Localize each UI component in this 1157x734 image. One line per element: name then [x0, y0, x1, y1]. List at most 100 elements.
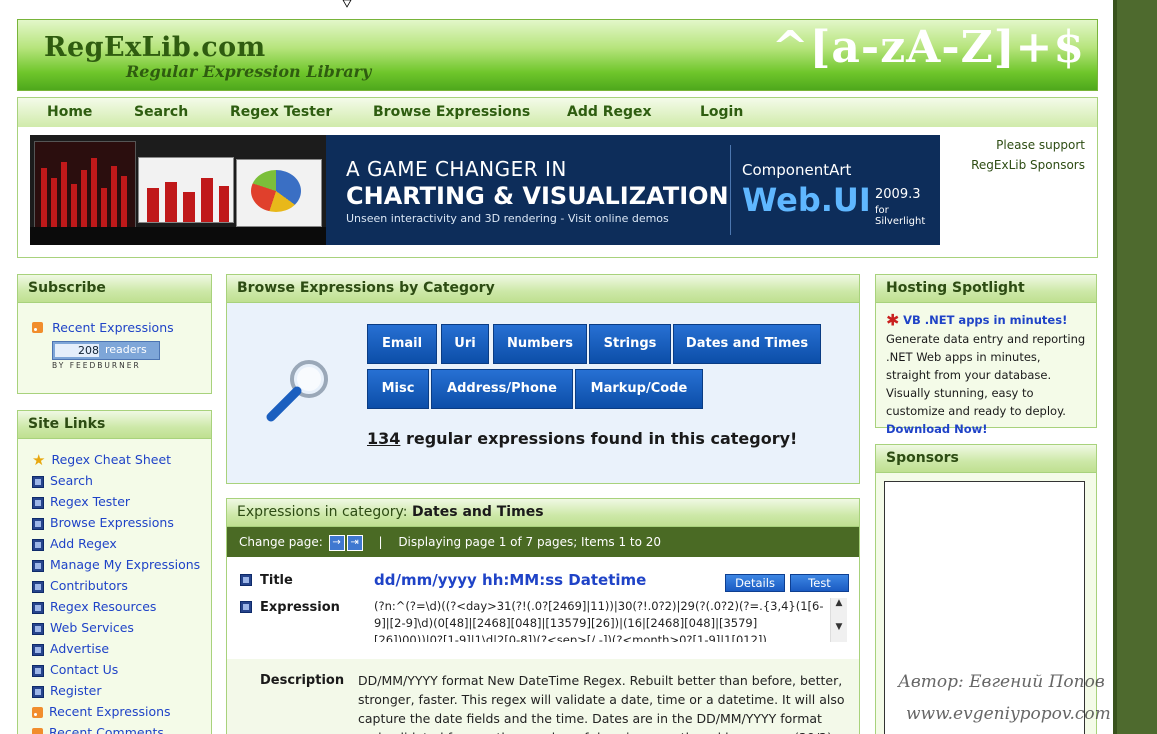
site-logo[interactable]: RegExLib.com: [44, 32, 266, 63]
pager-bar: Change page: → ⇥ | Displaying page 1 of 7…: [227, 527, 859, 557]
nav-login[interactable]: Login: [700, 104, 743, 120]
site-link-manage-my-expressions[interactable]: Manage My Expressions: [18, 554, 210, 575]
nav-home[interactable]: Home: [47, 104, 92, 120]
site-link-recent-expressions[interactable]: Recent Expressions: [18, 701, 210, 722]
category-address-phone-button[interactable]: Address/Phone: [431, 369, 573, 409]
site-link-label[interactable]: Regex Resources: [50, 599, 156, 614]
site-link-label[interactable]: Add Regex: [50, 536, 117, 551]
ad-banner[interactable]: A GAME CHANGER IN CHARTING & VISUALIZATI…: [30, 135, 940, 245]
details-button[interactable]: Details: [725, 574, 785, 592]
expression-title-link[interactable]: dd/mm/yyyy hh:MM:ss Datetime: [374, 571, 646, 589]
bullet-icon: [32, 601, 44, 614]
site-link-recent-comments[interactable]: Recent Comments: [18, 722, 210, 734]
banner-bar-chart: [34, 141, 136, 229]
hosting-ad-text: Generate data entry and reporting .NET W…: [886, 331, 1086, 418]
nav-search[interactable]: Search: [134, 104, 188, 120]
site-link-register[interactable]: Register: [18, 680, 210, 701]
site-link-label[interactable]: Register: [50, 683, 101, 698]
expression-entry: Title dd/mm/yyyy hh:MM:ss Datetime Detai…: [227, 557, 859, 657]
hosting-download-link[interactable]: Download Now!: [886, 422, 988, 436]
site-link-label[interactable]: Recent Expressions: [49, 704, 171, 719]
site-links-title: Site Links: [18, 411, 211, 439]
star-icon: ★: [32, 451, 46, 469]
site-link-label[interactable]: Web Services: [50, 620, 134, 635]
category-strings-button[interactable]: Strings: [589, 324, 671, 364]
nav-add-regex[interactable]: Add Regex: [567, 104, 652, 120]
banner-brand: ComponentArt: [742, 161, 852, 179]
bullet-icon: [32, 664, 44, 677]
sponsor-ad-frame[interactable]: [884, 481, 1085, 734]
expression-textarea[interactable]: (?n:^(?=\d)((?<day>31(?!(.0?[2469]|11))|…: [374, 598, 824, 642]
description-label: Description: [260, 673, 345, 688]
bullet-icon: [32, 643, 44, 656]
category-numbers-button[interactable]: Numbers: [493, 324, 587, 364]
site-link-advertise[interactable]: Advertise: [18, 638, 210, 659]
site-link-web-services[interactable]: Web Services: [18, 617, 210, 638]
bullet-icon: [32, 538, 44, 551]
site-link-label[interactable]: Contact Us: [50, 662, 118, 677]
site-link-regex-cheat-sheet[interactable]: ★ Regex Cheat Sheet: [18, 449, 210, 470]
header-regex-graphic: ^[a-zA-Z]+$: [771, 22, 1085, 73]
bullet-icon: [32, 622, 44, 635]
site-tagline: Regular Expression Library: [126, 62, 372, 81]
watermark-author: Автор: Евгений Попов: [898, 672, 1105, 692]
site-link-label[interactable]: Contributors: [50, 578, 128, 593]
category-uri-button[interactable]: Uri: [441, 324, 489, 364]
magnifier-icon: [266, 360, 328, 422]
description-row: Description DD/MM/YYYY format New DateTi…: [227, 659, 859, 734]
site-header: RegExLib.com Regular Expression Library …: [17, 19, 1098, 91]
site-links-list: ★ Regex Cheat Sheet Search Regex Tester Brow…: [18, 449, 210, 734]
banner-line-2: CHARTING & VISUALIZATION: [346, 182, 729, 210]
category-misc-button[interactable]: Misc: [367, 369, 429, 409]
browse-category-title: Browse Expressions by Category: [227, 275, 859, 303]
site-link-label[interactable]: Browse Expressions: [50, 515, 174, 530]
scroll-down-icon: ▼: [835, 622, 843, 632]
bullet-icon: [32, 580, 44, 593]
next-page-icon[interactable]: →: [328, 534, 345, 551]
support-sponsors-link[interactable]: Please support RegExLib Sponsors: [945, 135, 1085, 175]
banner-column-chart: [138, 157, 234, 223]
banner-product: Web.UI: [742, 181, 871, 219]
site-link-browse-expressions[interactable]: Browse Expressions: [18, 512, 210, 533]
found-count[interactable]: 134: [367, 429, 400, 448]
site-link-contributors[interactable]: Contributors: [18, 575, 210, 596]
category-markup-code-button[interactable]: Markup/Code: [575, 369, 703, 409]
nav-browse-expressions[interactable]: Browse Expressions: [373, 104, 530, 120]
found-count-text: 134 regular expressions found in this ca…: [367, 429, 798, 448]
banner-line-1: A GAME CHANGER IN: [346, 157, 567, 181]
category-email-button[interactable]: Email: [367, 324, 437, 364]
banner-area: A GAME CHANGER IN CHARTING & VISUALIZATI…: [17, 127, 1098, 258]
test-button[interactable]: Test: [790, 574, 849, 592]
site-link-label[interactable]: Regex Cheat Sheet: [51, 452, 171, 467]
hosting-title: Hosting Spotlight: [876, 275, 1096, 303]
site-link-label[interactable]: Search: [50, 473, 93, 488]
feedburner-counter[interactable]: 208 readers: [52, 341, 160, 360]
banner-dashboard-image: [30, 135, 326, 245]
rss-icon: [32, 728, 43, 734]
nav-regex-tester[interactable]: Regex Tester: [230, 104, 332, 120]
site-link-label[interactable]: Manage My Expressions: [50, 557, 200, 572]
site-link-label[interactable]: Recent Comments: [49, 725, 164, 734]
expressions-box: Expressions in category: Dates and Times…: [226, 498, 860, 734]
change-page-label: Change page:: [239, 535, 323, 549]
category-dates-button[interactable]: Dates and Times: [673, 324, 821, 364]
description-text: DD/MM/YYYY format New DateTime Regex. Re…: [358, 673, 845, 734]
site-link-label[interactable]: Advertise: [50, 641, 109, 656]
subscribe-box: Subscribe Recent Expressions 208 readers…: [17, 274, 212, 394]
expression-label: Expression: [260, 600, 340, 615]
site-link-add-regex[interactable]: Add Regex: [18, 533, 210, 554]
site-link-regex-tester[interactable]: Regex Tester: [18, 491, 210, 512]
site-link-regex-resources[interactable]: Regex Resources: [18, 596, 210, 617]
subscribe-rss-link[interactable]: Recent Expressions: [32, 317, 174, 336]
main-nav: Home Search Regex Tester Browse Expressi…: [17, 97, 1098, 129]
hosting-ad-title[interactable]: VB .NET apps in minutes!: [903, 313, 1067, 327]
last-page-icon[interactable]: ⇥: [346, 534, 363, 551]
gear-icon: ✱: [886, 310, 900, 330]
expression-scrollbar[interactable]: ▲ ▼: [830, 598, 847, 642]
hosting-ad: ✱ VB .NET apps in minutes! Generate data…: [886, 311, 1086, 438]
site-link-label[interactable]: Regex Tester: [50, 494, 130, 509]
site-link-contact-us[interactable]: Contact Us: [18, 659, 210, 680]
expressions-category: Dates and Times: [411, 504, 544, 520]
site-link-search[interactable]: Search: [18, 470, 210, 491]
category-panel: Email Uri Numbers Strings Dates and Time…: [227, 303, 859, 483]
